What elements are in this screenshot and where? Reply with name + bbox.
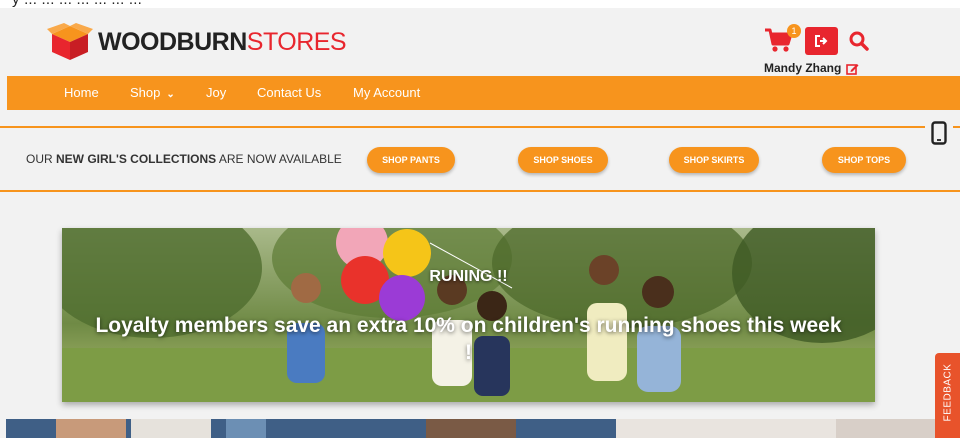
shop-tops-button[interactable]: SHOP TOPS xyxy=(822,147,906,173)
product-images xyxy=(6,419,936,438)
phone-icon xyxy=(931,121,947,145)
top-strip: y ... ... ... ... ... ... ... xyxy=(0,0,960,8)
box-logo-icon xyxy=(47,23,93,60)
shop-pants-button[interactable]: SHOP PANTS xyxy=(367,147,455,173)
brand-bold: WOODBURN xyxy=(98,27,247,56)
brand-light: STORES xyxy=(246,27,347,56)
logo[interactable]: WOODBURNSTORES xyxy=(46,22,347,62)
logout-button[interactable] xyxy=(805,27,838,55)
cart-count-badge: 1 xyxy=(787,24,801,38)
nav-label: Contact Us xyxy=(257,85,322,100)
user-name: Mandy Zhang xyxy=(764,61,842,75)
promo-band: OUR NEW GIRL'S COLLECTIONS ARE NOW AVAIL… xyxy=(0,126,960,192)
hero-title: RUNING !! xyxy=(429,268,508,285)
nav-item-joy[interactable]: Joy xyxy=(206,76,226,110)
chevron-down-icon: ⌄ xyxy=(166,89,175,100)
user-account[interactable]: Mandy Zhang xyxy=(764,61,859,75)
product-images-strip xyxy=(6,419,936,438)
search-icon xyxy=(849,31,869,51)
nav-item-contact[interactable]: Contact Us xyxy=(257,76,321,110)
promo-suffix: ARE NOW AVAILABLE xyxy=(216,152,342,166)
search-button[interactable] xyxy=(848,30,870,52)
feedback-label: FEEDBACK xyxy=(942,363,954,422)
feedback-tab[interactable]: FEEDBACK xyxy=(935,353,960,438)
nav-label: Joy xyxy=(206,85,227,100)
promo-prefix: OUR xyxy=(26,152,56,166)
edit-icon[interactable] xyxy=(846,62,859,75)
mobile-view-button[interactable] xyxy=(925,118,953,148)
nav-label: My Account xyxy=(353,85,421,100)
promo-highlight: NEW GIRL'S COLLECTIONS xyxy=(56,152,217,166)
top-strip-text: y ... ... ... ... ... ... ... xyxy=(12,0,142,8)
nav-label: Home xyxy=(64,85,99,100)
main-nav: Home Shop ⌄ Joy Contact Us My Account xyxy=(7,76,960,110)
brand-name: WOODBURNSTORES xyxy=(98,27,347,57)
logout-icon xyxy=(814,35,827,47)
nav-item-shop[interactable]: Shop ⌄ xyxy=(130,76,175,110)
nav-item-account[interactable]: My Account xyxy=(353,76,420,110)
hero-banner[interactable]: RUNING !! Loyalty members save an extra … xyxy=(62,228,875,402)
shop-skirts-button[interactable]: SHOP SKIRTS xyxy=(669,147,759,173)
shop-shoes-button[interactable]: SHOP SHOES xyxy=(518,147,608,173)
nav-item-home[interactable]: Home xyxy=(64,76,99,110)
hero-description: Loyalty members save an extra 10% on chi… xyxy=(95,314,842,364)
promo-text: OUR NEW GIRL'S COLLECTIONS ARE NOW AVAIL… xyxy=(26,152,342,166)
nav-label: Shop xyxy=(130,85,161,100)
